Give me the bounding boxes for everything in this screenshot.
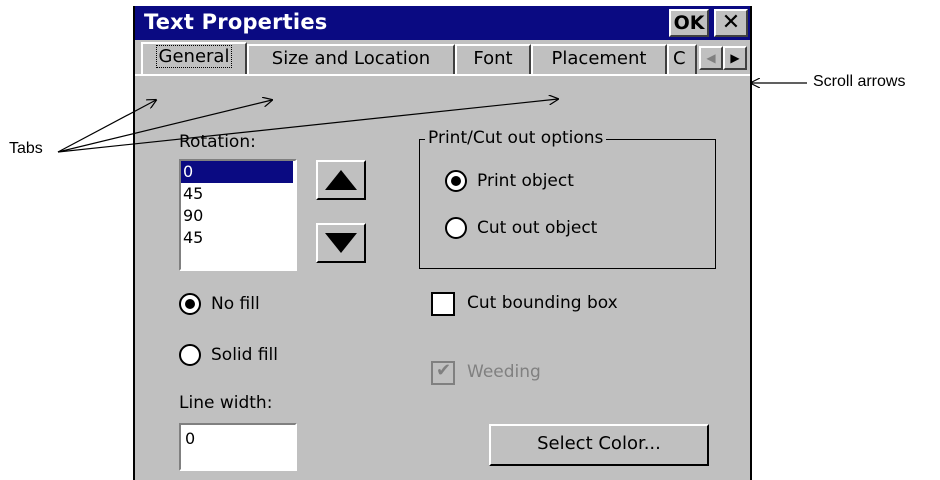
list-item[interactable]: 45 [181, 227, 295, 249]
no-fill-label: No fill [211, 294, 260, 314]
solid-fill-label: Solid fill [211, 345, 278, 365]
no-fill-radio[interactable] [179, 293, 201, 315]
window-title: Text Properties [144, 10, 328, 34]
line-width-input[interactable]: 0 [179, 423, 297, 471]
radio-dot [451, 176, 461, 186]
rotate-down-button[interactable] [316, 223, 366, 263]
select-color-button[interactable]: Select Color... [489, 424, 709, 466]
scroll-arrows-annotation: Scroll arrows [813, 73, 906, 90]
tab-placement[interactable]: Placement [531, 44, 667, 74]
cut-bounding-box-label: Cut bounding box [467, 293, 618, 313]
tab-general[interactable]: General [141, 42, 247, 74]
tab-size-and-location[interactable]: Size and Location [247, 44, 455, 74]
tabs-annotation: Tabs [9, 140, 43, 157]
title-bar: Text Properties OK ✕ [135, 6, 750, 40]
line-width-label: Line width: [179, 393, 273, 413]
checkmark-icon: ✔ [436, 360, 452, 381]
left-arrow-icon[interactable]: ◀ [699, 46, 723, 70]
text-properties-dialog: Text Properties OK ✕ General Size and Lo… [133, 6, 752, 480]
rotate-up-button[interactable] [316, 160, 366, 200]
tab-font[interactable]: Font [455, 44, 531, 74]
close-button[interactable]: ✕ [714, 9, 748, 37]
solid-fill-radio[interactable] [179, 344, 201, 366]
rotation-label: Rotation: [179, 132, 256, 152]
right-arrow-icon[interactable]: ▶ [723, 46, 747, 70]
weeding-label: Weeding [467, 362, 541, 382]
cut-out-object-label: Cut out object [477, 218, 598, 238]
list-item[interactable]: 45 [181, 183, 295, 205]
cut-out-object-radio[interactable] [445, 217, 467, 239]
list-item[interactable]: 90 [181, 205, 295, 227]
weeding-checkbox[interactable]: ✔ [431, 360, 455, 385]
print-cut-options-group [419, 139, 716, 269]
tab-strip: General Size and Location Font Placement… [135, 40, 750, 74]
rotation-listbox[interactable]: 0 45 90 45 [179, 159, 297, 271]
ok-button[interactable]: OK [669, 9, 709, 37]
up-triangle-icon [325, 170, 357, 190]
print-cut-options-legend: Print/Cut out options [425, 128, 607, 148]
list-item[interactable]: 0 [181, 161, 293, 183]
tab-scroll-arrows: ◀ ▶ [697, 46, 749, 72]
print-object-radio[interactable] [445, 170, 467, 192]
down-triangle-icon [325, 233, 357, 253]
radio-dot [185, 299, 195, 309]
tab-divider [135, 74, 750, 76]
cut-bounding-box-checkbox[interactable] [431, 292, 455, 316]
tab-partial[interactable]: C [667, 44, 697, 74]
print-object-label: Print object [477, 171, 574, 191]
